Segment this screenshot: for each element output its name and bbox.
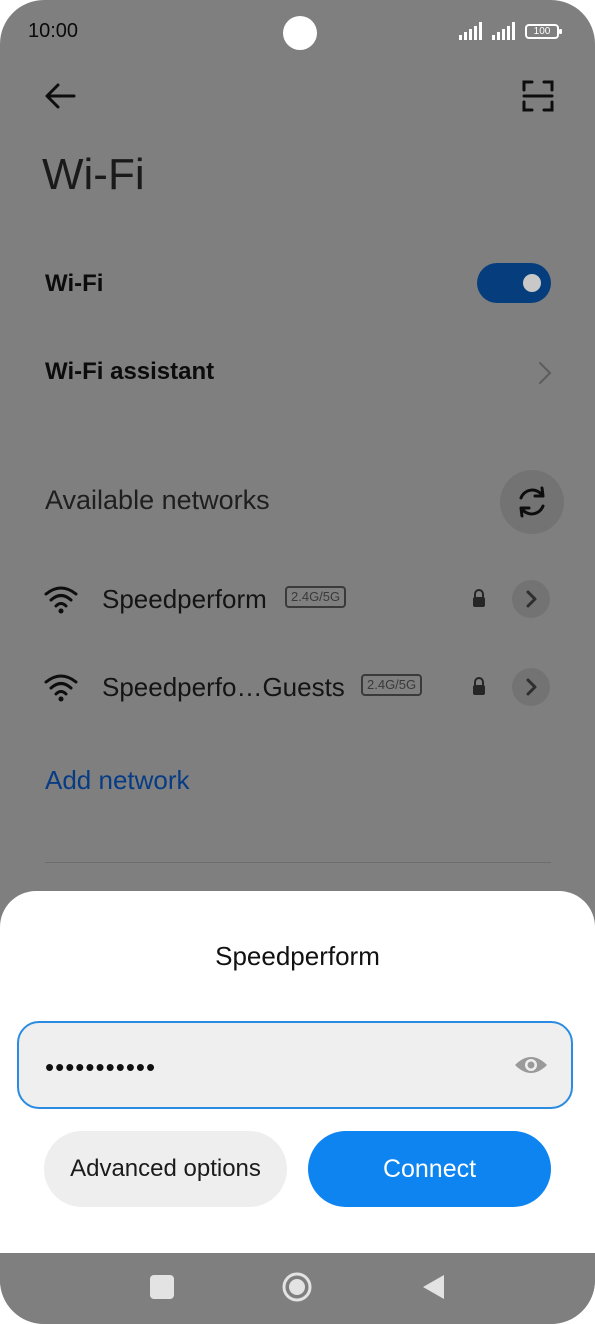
wifi-assistant-item[interactable]: Wi-Fi assistant: [45, 358, 214, 386]
nav-back-button[interactable]: [420, 1273, 446, 1301]
add-network-link[interactable]: Add network: [45, 765, 190, 796]
network-details-button[interactable]: [512, 580, 550, 618]
wifi-toggle[interactable]: [477, 263, 551, 303]
lock-icon: [473, 677, 485, 695]
advanced-options-button[interactable]: Advanced options: [44, 1131, 287, 1207]
home-button[interactable]: [281, 1271, 313, 1303]
battery-level: 100: [533, 26, 551, 37]
arrow-left-icon[interactable]: [40, 76, 80, 116]
refresh-icon: [519, 486, 545, 518]
chevron-right-icon: [526, 678, 537, 696]
network-band-badge: 2.4G/5G: [285, 586, 347, 608]
lock-icon: [473, 589, 485, 607]
system-nav-bar: [0, 1253, 595, 1324]
network-item[interactable]: Speedperfo…Guests 2.4G/5G: [0, 658, 595, 718]
connect-dialog: Speedperform Advanced options Connect: [0, 891, 595, 1253]
status-bar: 10:00 100: [0, 0, 595, 64]
wifi-icon: [44, 586, 78, 614]
dialog-title: Speedperform: [215, 941, 380, 971]
network-name: Speedperform: [102, 584, 267, 614]
page-title: Wi-Fi: [42, 150, 145, 199]
refresh-button[interactable]: [500, 470, 564, 534]
password-input[interactable]: [43, 1051, 487, 1084]
toggle-knob: [523, 274, 541, 292]
divider: [45, 862, 551, 863]
wifi-toggle-label: Wi-Fi: [45, 270, 104, 297]
eye-icon[interactable]: [513, 1051, 549, 1079]
chevron-right-icon: [539, 362, 552, 384]
password-field[interactable]: [17, 1021, 573, 1109]
recents-button[interactable]: [150, 1275, 174, 1299]
signal-sim1-icon: [459, 22, 482, 40]
network-name: Speedperfo…Guests: [102, 672, 345, 702]
status-time: 10:00: [28, 20, 79, 42]
wifi-icon: [44, 674, 78, 702]
battery-icon: 100: [525, 24, 562, 39]
connect-button[interactable]: Connect: [308, 1131, 551, 1207]
chevron-right-icon: [526, 590, 537, 608]
network-details-button[interactable]: [512, 668, 550, 706]
qr-scan-icon[interactable]: [518, 76, 558, 116]
available-networks-heading: Available networks: [45, 485, 270, 515]
network-band-badge: 2.4G/5G: [361, 674, 423, 696]
phone-screen: 10:00 100 Wi-Fi Wi-Fi Wi-Fi assistant Av…: [0, 0, 595, 1324]
camera-cutout: [283, 16, 317, 50]
network-item[interactable]: Speedperform 2.4G/5G: [0, 570, 595, 630]
signal-sim2-icon: [492, 22, 515, 40]
